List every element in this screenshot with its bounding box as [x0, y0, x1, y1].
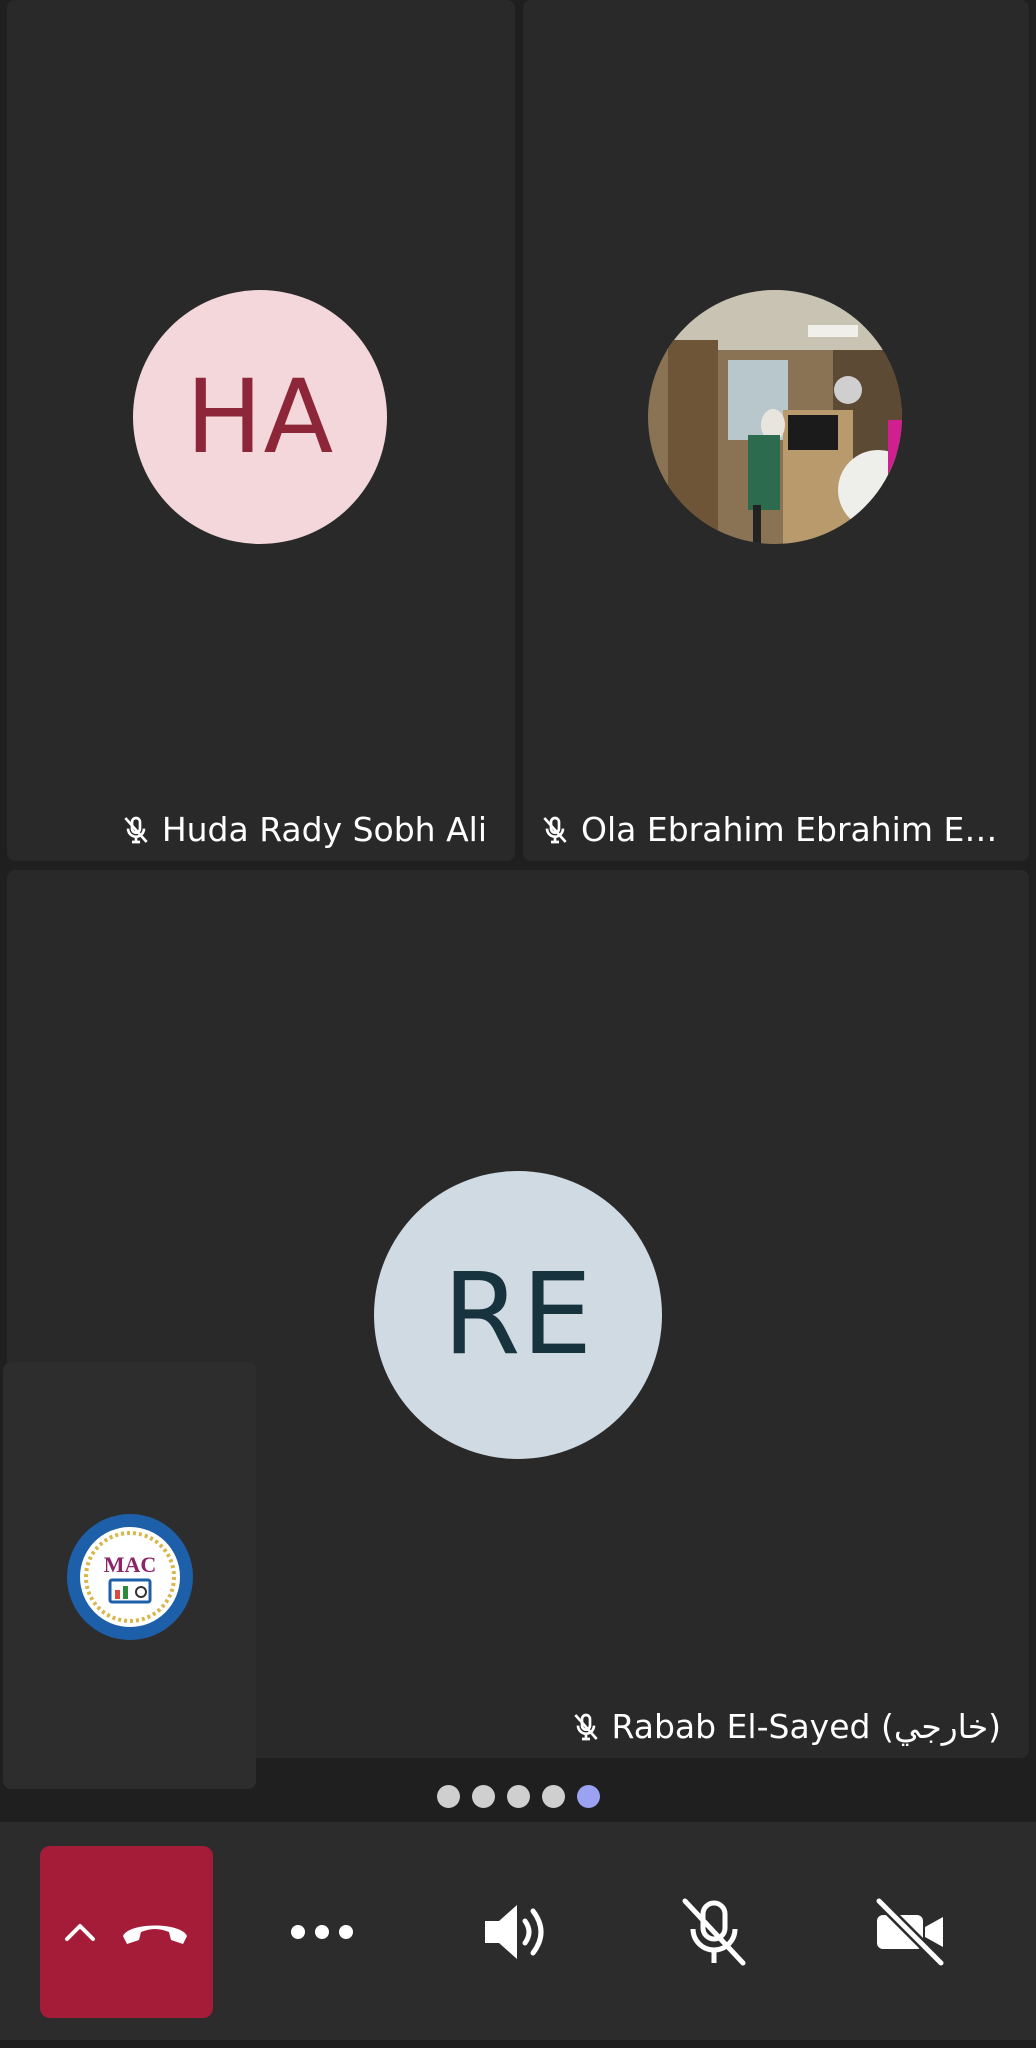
- mic-off-icon: [124, 816, 148, 843]
- mic-off-icon: [573, 1713, 598, 1740]
- page-indicator: [0, 1785, 1036, 1809]
- call-control-bar: [0, 1822, 1036, 2040]
- avatar-photo: [648, 290, 902, 544]
- phone-hangup-icon: [122, 1925, 187, 1944]
- mic-off-icon: [543, 816, 567, 843]
- avatar-initials: HA: [185, 357, 335, 477]
- avatar-photo-image: [648, 290, 902, 544]
- avatar: HA: [133, 290, 387, 544]
- organization-logo: MAC: [67, 1514, 193, 1640]
- page-dot[interactable]: [436, 1785, 460, 1808]
- microphone-toggle-button[interactable]: [654, 1872, 774, 1992]
- participant-name: Ola Ebrahim Ebrahim El-S...: [581, 810, 1001, 849]
- end-call-button[interactable]: [40, 1846, 213, 2018]
- speaker-icon: [485, 1905, 544, 1959]
- chevron-up-icon[interactable]: [63, 1922, 97, 1942]
- page-dot[interactable]: [471, 1785, 495, 1808]
- participant-tile-ola[interactable]: Ola Ebrahim Ebrahim El-S...: [523, 0, 1029, 861]
- video-off-icon: [875, 1897, 945, 1967]
- speaker-button[interactable]: [458, 1872, 578, 1992]
- participant-name-tag: Huda Rady Sobh Ali: [120, 810, 487, 849]
- avatar: RE: [374, 1171, 662, 1459]
- participant-name: Huda Rady Sobh Ali: [161, 810, 487, 849]
- camera-toggle-button[interactable]: [850, 1872, 970, 1992]
- mic-off-icon: [682, 1898, 746, 1966]
- avatar-initials: RE: [442, 1250, 594, 1380]
- page-dot[interactable]: [506, 1785, 530, 1808]
- self-view-tile[interactable]: MAC: [3, 1362, 256, 1789]
- page-dot-active[interactable]: [576, 1785, 600, 1808]
- page-dot[interactable]: [541, 1785, 565, 1808]
- svg-text:MAC: MAC: [104, 1552, 157, 1577]
- more-options-button[interactable]: [262, 1872, 382, 1992]
- more-dots-icon: [291, 1925, 353, 1939]
- participant-name-tag: Ola Ebrahim Ebrahim El-S...: [539, 810, 1001, 849]
- participant-name: Rabab El-Sayed (خارجي): [611, 1707, 1001, 1746]
- participant-name-tag: Rabab El-Sayed (خارجي): [570, 1707, 1001, 1746]
- participant-tile-huda[interactable]: HA Huda Rady Sobh Ali: [7, 0, 515, 861]
